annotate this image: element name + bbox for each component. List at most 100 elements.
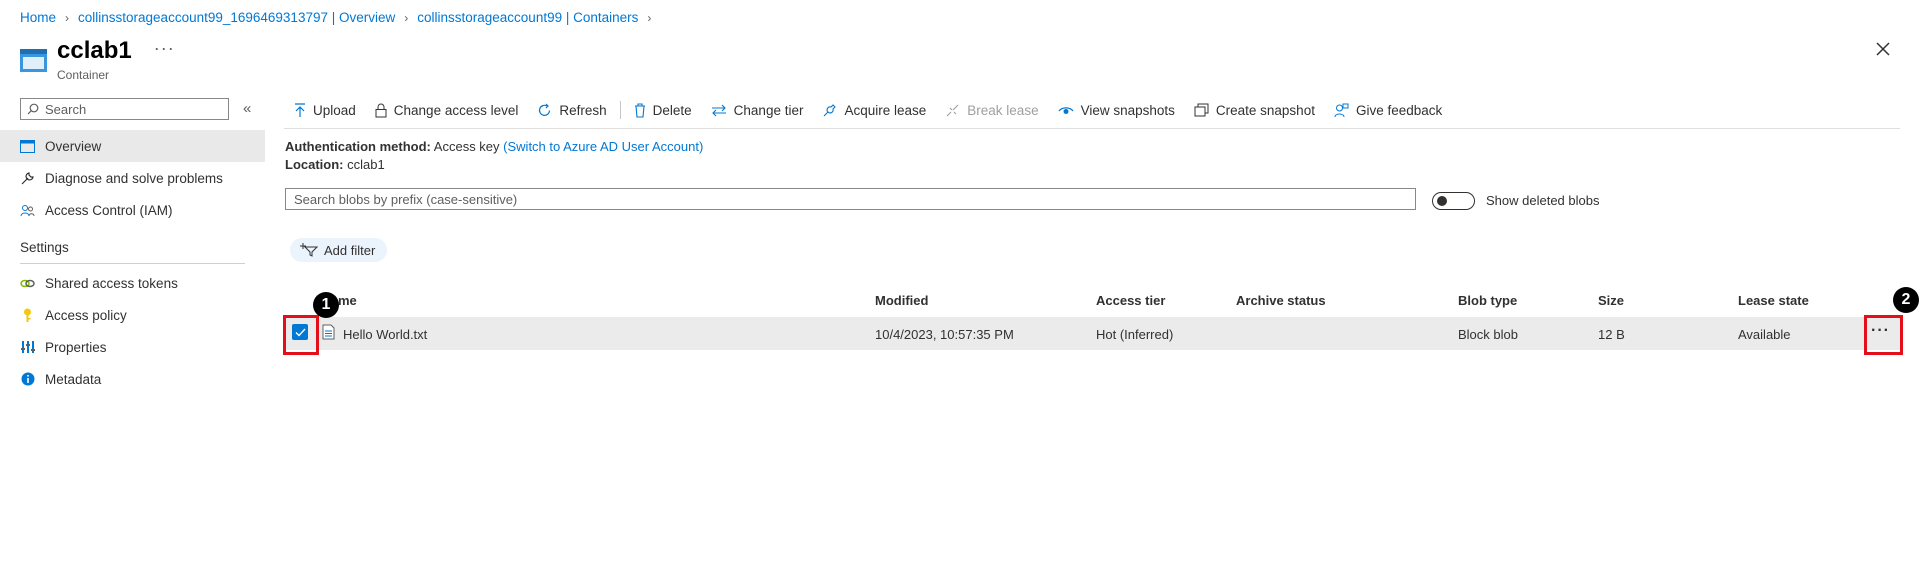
acquire-lease-button[interactable]: Acquire lease bbox=[822, 103, 926, 118]
column-header-blob-type[interactable]: Blob type bbox=[1458, 293, 1517, 308]
page-subtitle: Container bbox=[57, 68, 110, 82]
break-lease-icon bbox=[946, 104, 959, 116]
blob-search-placeholder: Search blobs by prefix (case-sensitive) bbox=[294, 191, 518, 207]
change-tier-label: Change tier bbox=[733, 102, 804, 118]
chevron-right-icon: › bbox=[404, 10, 409, 25]
view-snapshots-label: View snapshots bbox=[1080, 102, 1175, 118]
auth-method: Authentication method: Access key (Switc… bbox=[285, 139, 703, 154]
sidebar-search-input[interactable]: Search bbox=[20, 98, 229, 120]
upload-icon bbox=[295, 102, 305, 117]
show-deleted-label: Show deleted blobs bbox=[1486, 193, 1600, 208]
sidebar-section-settings: Settings bbox=[20, 240, 69, 255]
container-icon bbox=[20, 49, 47, 72]
callout-badge-2: 2 bbox=[1893, 287, 1919, 313]
key-icon bbox=[20, 308, 35, 323]
chevron-right-icon: › bbox=[65, 10, 70, 25]
properties-icon bbox=[20, 340, 35, 355]
add-filter-button[interactable]: Add filter bbox=[290, 238, 388, 262]
blob-modified: 10/4/2023, 10:57:35 PM bbox=[875, 327, 1014, 342]
delete-label: Delete bbox=[652, 102, 692, 118]
create-snapshot-label: Create snapshot bbox=[1215, 102, 1315, 118]
column-header-lease-state[interactable]: Lease state bbox=[1738, 293, 1809, 308]
highlight-box-more-options bbox=[1864, 315, 1903, 355]
breadcrumb-containers[interactable]: collinsstorageaccount99 | Containers bbox=[417, 10, 638, 25]
search-icon bbox=[27, 103, 39, 115]
upload-label: Upload bbox=[313, 102, 356, 118]
blob-search-input[interactable]: Search blobs by prefix (case-sensitive) bbox=[285, 188, 1416, 210]
switch-auth-link[interactable]: (Switch to Azure AD User Account) bbox=[503, 139, 703, 154]
location-label: Location: bbox=[285, 157, 344, 172]
page-header: cclab1 Container ··· bbox=[20, 36, 175, 82]
delete-button[interactable]: Delete bbox=[634, 103, 692, 118]
create-snapshot-button[interactable]: Create snapshot bbox=[1194, 103, 1315, 118]
link-icon bbox=[20, 276, 35, 291]
sidebar-item-iam[interactable]: Access Control (IAM) bbox=[0, 194, 265, 226]
change-tier-button[interactable]: Change tier bbox=[711, 102, 804, 118]
add-filter-label: Add filter bbox=[324, 242, 376, 258]
breadcrumb-overview[interactable]: collinsstorageaccount99_1696469313797 | … bbox=[78, 10, 395, 25]
column-header-name[interactable]: me bbox=[338, 293, 357, 308]
refresh-icon bbox=[539, 103, 551, 116]
chevron-right-icon: › bbox=[647, 10, 652, 25]
eye-icon bbox=[1058, 107, 1074, 114]
blob-access-tier: Hot (Inferred) bbox=[1096, 327, 1174, 342]
sidebar-item-properties[interactable]: Properties bbox=[0, 331, 265, 363]
blob-type: Block blob bbox=[1458, 327, 1518, 342]
divider bbox=[20, 263, 245, 264]
sidebar-item-label: Metadata bbox=[45, 371, 102, 387]
sidebar-item-diagnose[interactable]: Diagnose and solve problems bbox=[0, 162, 265, 194]
table-row[interactable] bbox=[285, 317, 1900, 350]
auth-value: Access key bbox=[433, 139, 500, 154]
sidebar-item-label: Access Control (IAM) bbox=[45, 202, 173, 218]
page-title: cclab1 bbox=[57, 37, 132, 64]
break-lease-label: Break lease bbox=[967, 102, 1039, 118]
view-snapshots-button[interactable]: View snapshots bbox=[1058, 103, 1175, 118]
blob-size: 12 B bbox=[1598, 327, 1625, 342]
snapshot-icon bbox=[1194, 103, 1209, 117]
filter-add-icon bbox=[300, 243, 318, 257]
callout-badge-1: 1 bbox=[313, 292, 339, 318]
show-deleted-toggle[interactable] bbox=[1432, 192, 1475, 210]
upload-button[interactable]: Upload bbox=[294, 103, 356, 118]
close-icon[interactable] bbox=[1874, 40, 1892, 58]
document-icon bbox=[322, 324, 335, 340]
collapse-sidebar-icon[interactable]: « bbox=[243, 100, 251, 117]
change-access-label: Change access level bbox=[393, 102, 519, 118]
sidebar-item-label: Shared access tokens bbox=[45, 275, 178, 291]
break-lease-button[interactable]: Break lease bbox=[945, 102, 1039, 118]
people-icon bbox=[20, 203, 35, 218]
swap-icon bbox=[711, 104, 726, 116]
lease-icon bbox=[824, 103, 837, 116]
sidebar-item-label: Access policy bbox=[45, 307, 127, 323]
highlight-box-checkbox bbox=[283, 315, 319, 355]
refresh-button[interactable]: Refresh bbox=[537, 102, 607, 118]
sidebar-item-shared-access-tokens[interactable]: Shared access tokens bbox=[0, 267, 265, 299]
give-feedback-button[interactable]: Give feedback bbox=[1334, 103, 1442, 118]
trash-icon bbox=[634, 102, 645, 118]
change-access-level-button[interactable]: Change access level bbox=[375, 102, 519, 118]
sidebar-item-metadata[interactable]: Metadata bbox=[0, 363, 265, 395]
more-options-icon[interactable]: ··· bbox=[154, 38, 175, 59]
column-header-access-tier[interactable]: Access tier bbox=[1096, 293, 1165, 308]
sidebar-item-overview[interactable]: Overview bbox=[0, 130, 265, 162]
sidebar-search-placeholder: Search bbox=[45, 101, 87, 117]
location-info: Location: cclab1 bbox=[285, 157, 385, 172]
location-value: cclab1 bbox=[347, 157, 385, 172]
breadcrumb: Home › collinsstorageaccount99_169646931… bbox=[20, 10, 651, 25]
column-header-modified[interactable]: Modified bbox=[875, 293, 928, 308]
feedback-icon bbox=[1334, 103, 1349, 117]
column-header-archive-status[interactable]: Archive status bbox=[1236, 293, 1326, 308]
breadcrumb-home[interactable]: Home bbox=[20, 10, 56, 25]
column-header-size[interactable]: Size bbox=[1598, 293, 1624, 308]
info-icon bbox=[20, 372, 35, 387]
blob-lease-state: Available bbox=[1738, 327, 1791, 342]
toggle-knob bbox=[1437, 196, 1447, 206]
blob-name-link[interactable]: Hello World.txt bbox=[343, 327, 427, 342]
overview-icon bbox=[20, 139, 35, 154]
sidebar-item-access-policy[interactable]: Access policy bbox=[0, 299, 265, 331]
command-bar: Upload Change access level Refresh Delet… bbox=[294, 98, 1461, 122]
sidebar-item-label: Overview bbox=[45, 138, 102, 154]
sidebar-item-label: Diagnose and solve problems bbox=[45, 170, 223, 186]
refresh-label: Refresh bbox=[559, 102, 607, 118]
toolbar-divider-line bbox=[284, 128, 1900, 129]
